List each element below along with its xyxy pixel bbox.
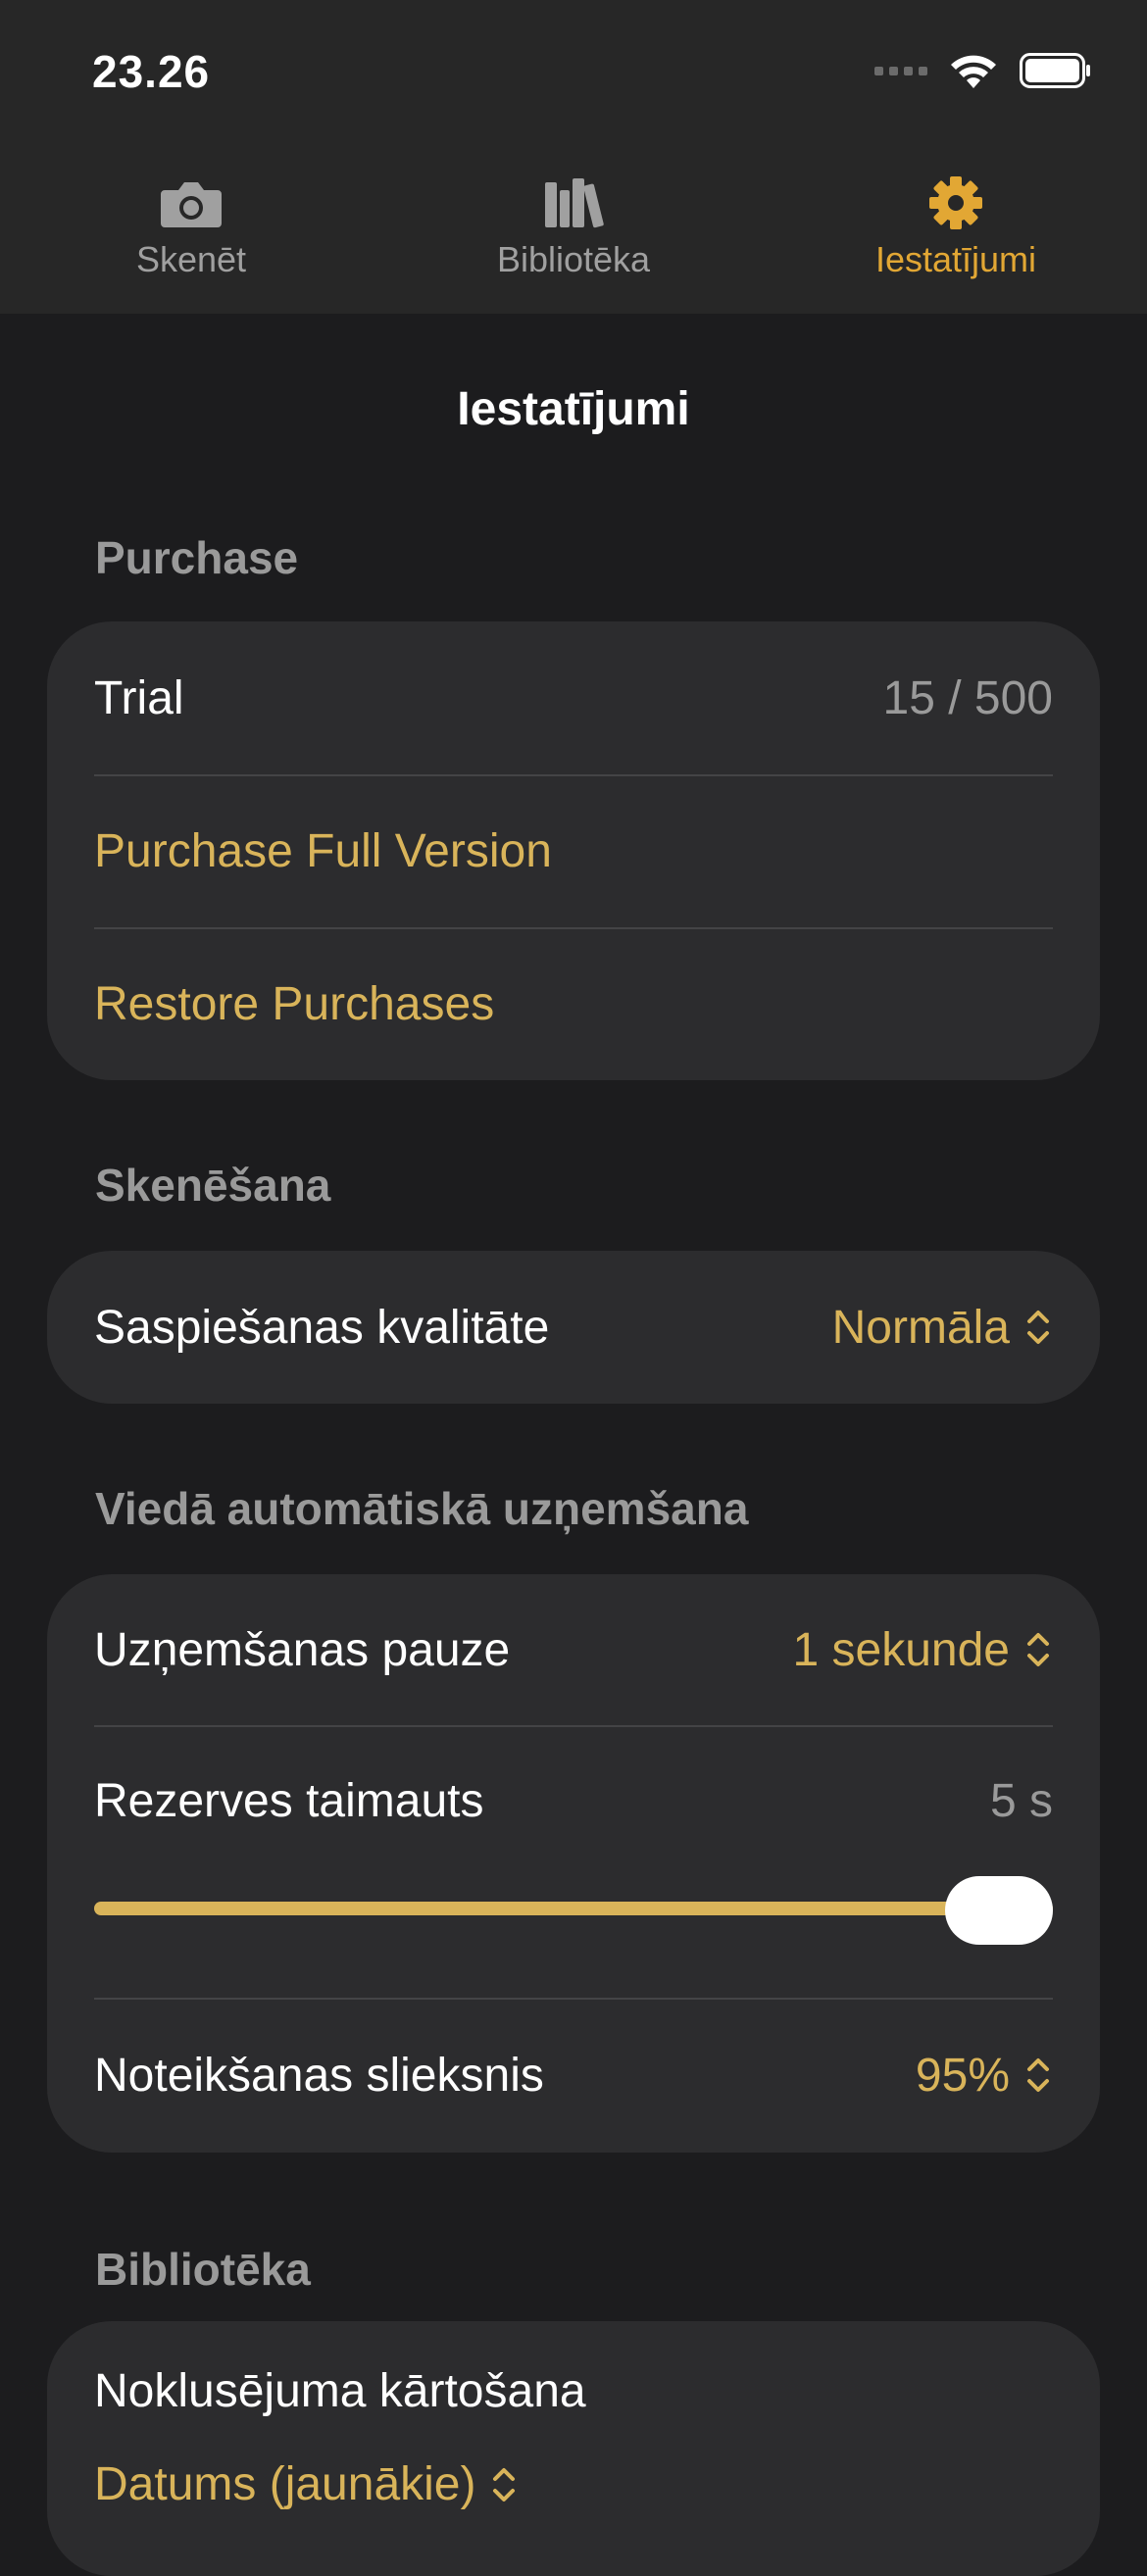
status-icons (874, 51, 1092, 90)
fallback-timeout-label: Rezerves taimauts (94, 1774, 484, 1827)
settings-content: Iestatījumi Purchase Trial 15 / 500 Purc… (0, 314, 1147, 2576)
trial-label: Trial (94, 671, 184, 724)
cellular-signal-icon (874, 66, 927, 75)
purchase-card: Trial 15 / 500 Purchase Full Version Res… (47, 621, 1100, 1080)
detection-threshold-label: Noteikšanas slieksnis (94, 2049, 544, 2102)
tab-scan-label: Skenēt (135, 239, 247, 279)
fallback-timeout-row: Rezerves taimauts 5 s (47, 1725, 1100, 1998)
trial-row: Trial 15 / 500 (47, 621, 1100, 774)
scanning-card: Saspiešanas kvalitāte Normāla (47, 1251, 1100, 1404)
smart-capture-card: Uzņemšanas pauze 1 sekunde Rezerves taim… (47, 1574, 1100, 2153)
status-bar: 23.26 (0, 0, 1147, 137)
compression-quality-row[interactable]: Saspiešanas kvalitāte Normāla (47, 1251, 1100, 1404)
section-header-smart-capture: Viedā automātiskā uzņemšana (95, 1483, 749, 1534)
detection-threshold-row[interactable]: Noteikšanas slieksnis 95% (47, 1998, 1100, 2153)
fallback-timeout-slider-thumb[interactable] (945, 1876, 1053, 1945)
gear-icon (929, 176, 982, 229)
chevron-up-down-icon (1027, 1633, 1049, 1666)
section-header-library: Bibliotēka (95, 2244, 311, 2295)
default-sort-label: Noklusējuma kārtošana (94, 2365, 586, 2417)
camera-icon (161, 182, 222, 227)
tab-library-label: Bibliotēka (496, 239, 651, 279)
section-header-scanning: Skenēšana (95, 1160, 331, 1211)
compression-quality-picker[interactable]: Normāla (832, 1301, 1053, 1355)
default-sort-value: Datums (jaunākie) (94, 2458, 476, 2510)
fallback-timeout-value: 5 s (989, 1774, 1053, 1827)
compression-quality-value: Normāla (831, 1301, 1010, 1354)
tab-settings-label: Iestatījumi (874, 239, 1037, 279)
default-sort-row[interactable]: Noklusējuma kārtošana Datums (jaunākie) (47, 2321, 1100, 2517)
chevron-up-down-icon (1027, 1311, 1049, 1344)
capture-pause-row[interactable]: Uzņemšanas pauze 1 sekunde (47, 1574, 1100, 1725)
default-sort-picker[interactable]: Datums (jaunākie) (94, 2457, 1053, 2511)
tab-settings[interactable]: Iestatījumi (765, 137, 1147, 314)
chevron-up-down-icon (1027, 2058, 1049, 2092)
library-card: Noklusējuma kārtošana Datums (jaunākie) (47, 2321, 1100, 2576)
purchase-full-version-label: Purchase Full Version (94, 824, 552, 877)
battery-icon (1020, 53, 1090, 88)
chevron-up-down-icon (493, 2467, 516, 2502)
top-tab-bar: Skenēt Bibliotēka Iestatījumi (0, 137, 1147, 314)
status-time: 23.26 (92, 46, 211, 97)
page-title: Iestatījumi (457, 383, 690, 435)
section-header-purchase: Purchase (95, 532, 299, 583)
purchase-full-version-button[interactable]: Purchase Full Version (47, 774, 1100, 927)
capture-pause-picker[interactable]: 1 sekunde (792, 1623, 1053, 1677)
restore-purchases-label: Restore Purchases (94, 977, 495, 1030)
library-icon (545, 178, 604, 228)
fallback-timeout-header: Rezerves taimauts 5 s (94, 1725, 1053, 1876)
fallback-timeout-slider-track[interactable] (94, 1902, 1053, 1915)
tab-library[interactable]: Bibliotēka (382, 137, 765, 314)
detection-threshold-value: 95% (915, 2049, 1010, 2102)
detection-threshold-picker[interactable]: 95% (916, 2049, 1053, 2103)
wifi-icon (951, 55, 996, 88)
restore-purchases-button[interactable]: Restore Purchases (47, 927, 1100, 1080)
capture-pause-label: Uzņemšanas pauze (94, 1623, 511, 1676)
compression-quality-label: Saspiešanas kvalitāte (94, 1301, 550, 1354)
trial-count: 15 / 500 (882, 671, 1053, 724)
tab-scan[interactable]: Skenēt (0, 137, 382, 314)
capture-pause-value: 1 sekunde (792, 1623, 1010, 1676)
